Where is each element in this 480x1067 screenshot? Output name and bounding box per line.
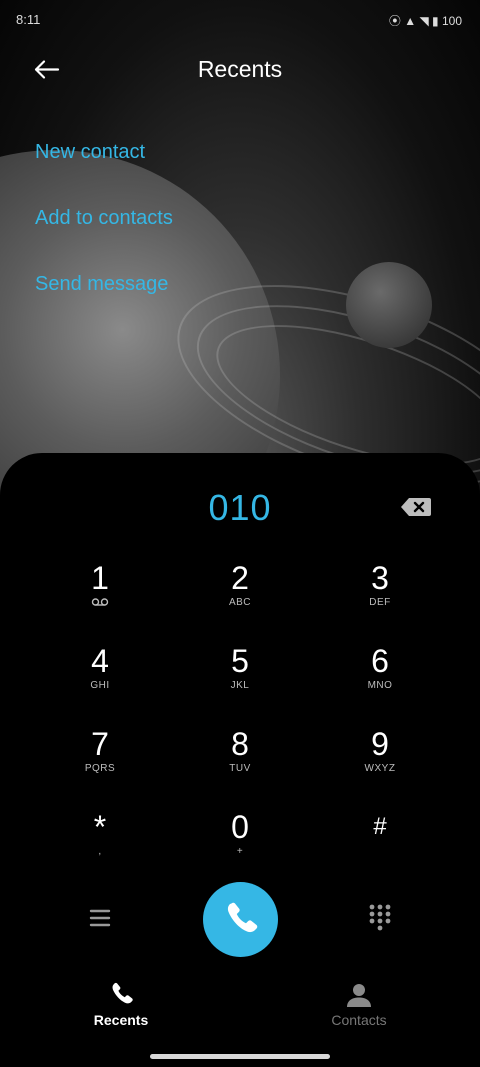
key-letters: + [236,846,244,857]
key-digit: 8 [231,726,249,762]
key-9[interactable]: 9 WXYZ [320,727,440,797]
add-to-contacts-link[interactable]: Add to contacts [35,207,173,230]
key-8[interactable]: 8 TUV [180,727,300,797]
dialpad-icon [369,904,391,931]
key-5[interactable]: 5 JKL [180,644,300,714]
tab-contacts[interactable]: Contacts [299,980,419,1028]
tab-recents-label: Recents [93,1012,149,1028]
person-icon [347,984,371,1007]
key-letters: PQRS [84,763,116,774]
key-hash[interactable]: # [320,810,440,880]
key-letters: , [98,846,102,857]
key-letters: DEF [369,597,391,608]
key-letters: GHI [90,680,110,691]
phone-icon [227,902,258,933]
key-star[interactable]: * , [40,810,160,880]
tab-contacts-label: Contacts [331,1012,387,1028]
new-contact-link[interactable]: New contact [35,141,145,164]
moon-image [346,262,432,348]
key-letters: ABC [228,597,252,608]
send-message-link[interactable]: Send message [35,273,168,296]
key-digit: # [373,813,387,840]
menu-button[interactable] [84,904,116,932]
call-button[interactable] [203,882,278,957]
status-icons: ⦿ ▲ ◥ ▮ 100 [388,14,462,28]
key-digit: 7 [91,726,109,762]
key-letters: TUV [229,763,251,774]
phone-icon [112,982,133,1004]
voicemail-icon [40,597,160,610]
key-2[interactable]: 2 ABC [180,561,300,631]
key-letters: MNO [367,680,393,691]
key-0[interactable]: 0 + [180,810,300,880]
key-digit: * [93,809,107,845]
dialpad-toggle-button[interactable] [366,902,394,934]
status-bar: 8:11 ⦿ ▲ ◥ ▮ 100 [0,0,480,40]
key-7[interactable]: 7 PQRS [40,727,160,797]
backspace-icon [401,498,431,516]
key-digit: 1 [91,560,109,596]
page-title: Recents [197,56,283,82]
key-letters: JKL [230,680,250,691]
key-digit: 2 [231,560,249,596]
key-digit: 4 [91,643,109,679]
key-digit: 0 [231,809,249,845]
key-digit: 5 [231,643,249,679]
key-digit: 6 [371,643,389,679]
key-3[interactable]: 3 DEF [320,561,440,631]
key-1[interactable]: 1 [40,561,160,631]
key-letters: WXYZ [364,763,396,774]
tab-recents[interactable]: Recents [61,980,181,1028]
key-digit: 3 [371,560,389,596]
menu-icon [89,909,111,927]
status-time: 8:11 [16,12,41,27]
key-6[interactable]: 6 MNO [320,644,440,714]
key-digit: 9 [371,726,389,762]
home-indicator[interactable] [150,1054,330,1059]
key-4[interactable]: 4 GHI [40,644,160,714]
backspace-button[interactable] [400,496,432,518]
